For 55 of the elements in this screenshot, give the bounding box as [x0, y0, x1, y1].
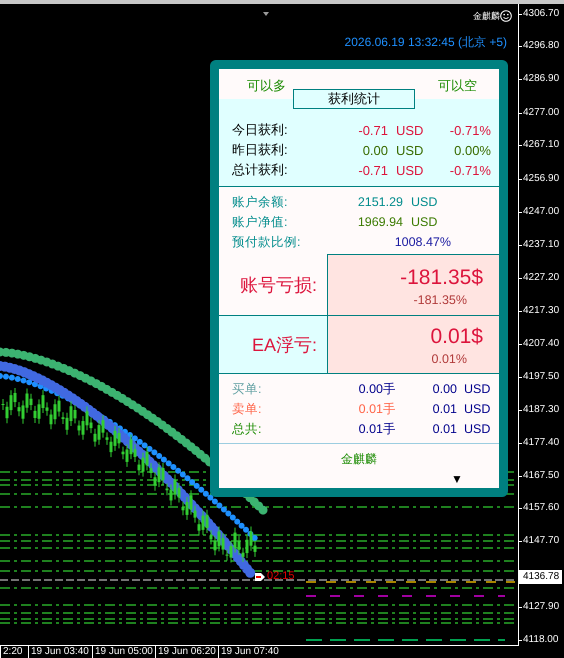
loss-label: 账号亏损: — [240, 274, 317, 296]
currency-label: USD — [410, 215, 438, 229]
account-value: 1008.47% — [394, 235, 451, 249]
profit-percent: 0.00% — [453, 142, 491, 158]
order-label: 买单: — [232, 380, 262, 398]
section-title: 获利统计 — [293, 89, 415, 109]
profit-percent: -0.71% — [448, 122, 491, 138]
loss-value: -181.35$ — [400, 265, 483, 291]
row-label: 今日获利: — [232, 121, 289, 139]
direction-button[interactable]: 可以多 — [247, 77, 286, 95]
lots-value: 0.00手 — [358, 380, 396, 398]
profit-amount: -0.71 — [357, 122, 388, 138]
clock-label: 2026.06.19 13:32:45 (北京 +5) — [344, 34, 507, 51]
row-label: 昨日获利: — [232, 141, 289, 159]
profit-amount: 0.00 — [362, 142, 388, 158]
account-value: 2151.29 — [356, 195, 403, 209]
profit-amount: -0.71 — [357, 162, 388, 178]
row-label: 总计获利: — [232, 161, 289, 179]
currency-label: USD — [463, 402, 491, 416]
account-value: 1969.94 — [356, 215, 403, 229]
currency-label: USD — [395, 122, 424, 138]
lots-value: 0.01手 — [358, 400, 396, 418]
currency-label: USD — [395, 162, 424, 178]
countdown-label: 02:15 — [267, 570, 295, 582]
current-price-label: 4136.78 — [519, 570, 562, 584]
time-label: 19 Jun 03:40 — [28, 646, 89, 658]
marker-icon — [263, 12, 269, 16]
brand-label: 金麒麟 — [473, 10, 500, 22]
order-label: 总共: — [232, 420, 262, 438]
row-label: 预付款比例: — [232, 234, 302, 250]
currency-label: USD — [463, 382, 491, 396]
currency-label: USD — [395, 142, 424, 158]
smiley-icon — [500, 10, 512, 22]
order-amount: 0.00 — [432, 382, 457, 396]
loss-label: EA浮亏: — [252, 334, 317, 356]
loss-value: 0.01$ — [430, 324, 483, 350]
profit-percent: -0.71% — [448, 162, 491, 178]
order-amount: 0.01 — [432, 422, 457, 436]
collapse-toggle[interactable]: ▼ — [451, 472, 463, 486]
price-marker-icon — [255, 572, 265, 582]
loss-percent: 0.01% — [432, 351, 467, 368]
time-label: 2:20 — [0, 646, 22, 658]
lots-value: 0.01手 — [358, 420, 396, 438]
order-amount: 0.01 — [432, 402, 457, 416]
order-label: 卖单: — [232, 400, 262, 418]
time-label: 19 Jun 07:40 — [218, 646, 279, 658]
direction-button[interactable]: 可以空 — [438, 77, 477, 95]
row-label: 账户余额: — [232, 194, 288, 210]
time-label: 19 Jun 06:20 — [155, 646, 216, 658]
loss-percent: -181.35% — [413, 292, 467, 309]
time-label: 19 Jun 05:00 — [92, 646, 153, 658]
brand-label: 金麒麟 — [340, 451, 378, 468]
currency-label: USD — [463, 422, 491, 436]
row-label: 账户净值: — [232, 214, 288, 230]
currency-label: USD — [410, 195, 438, 209]
